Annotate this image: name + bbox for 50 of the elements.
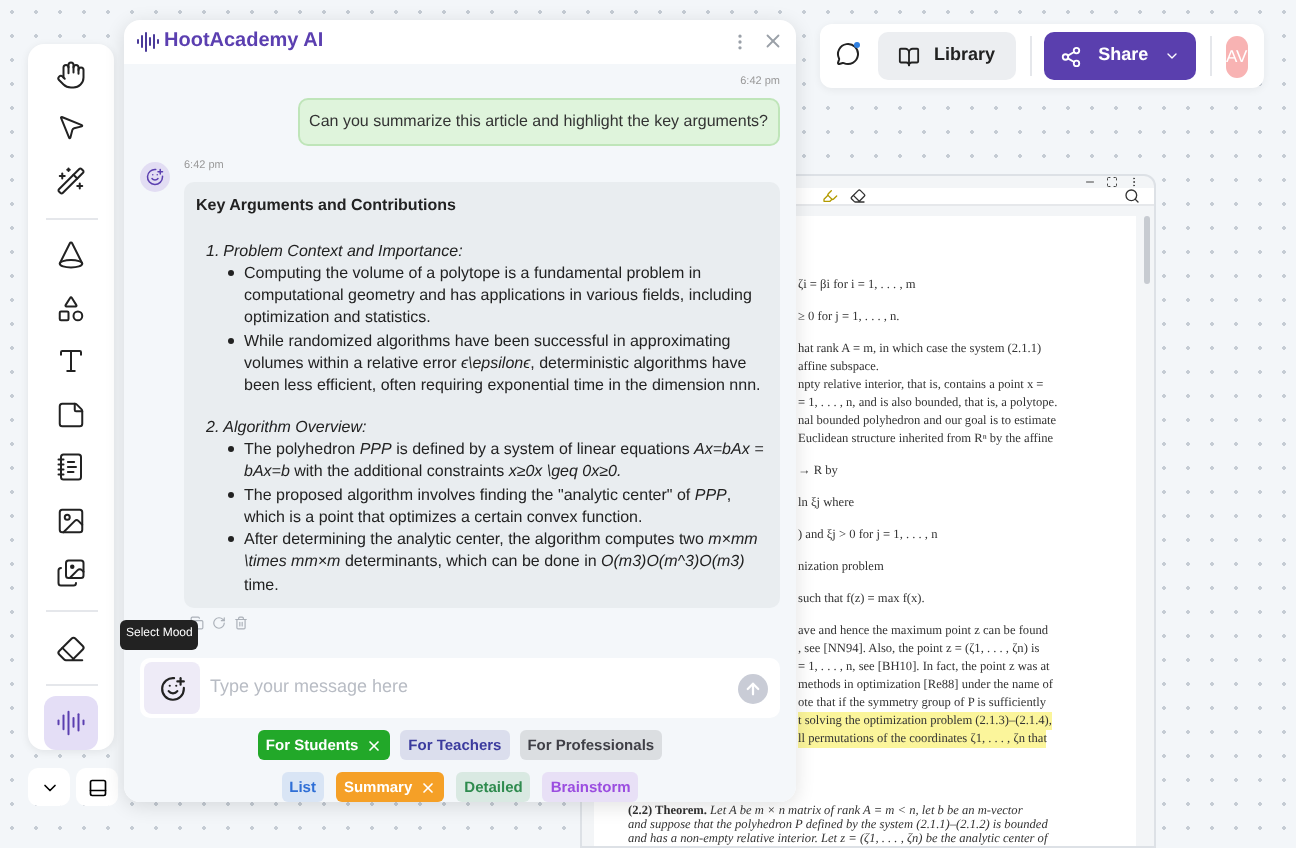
smile-icon — [159, 675, 185, 701]
bullet-icon — [228, 445, 234, 452]
bullet-icon — [228, 269, 234, 276]
text-icon — [56, 346, 86, 377]
panel-icon — [87, 777, 107, 797]
eraser-icon[interactable] — [850, 188, 866, 204]
mood-button[interactable] — [144, 662, 200, 714]
chevron-down-icon — [1164, 48, 1181, 64]
smile-icon — [146, 168, 164, 186]
bullet-text: After determining the analytic center, the algorithm computes two m×mm \times mm×m determinants, which can be done in O(m3)O(m^3)O(m3) time. — [244, 528, 760, 596]
dock-button[interactable] — [76, 768, 118, 806]
bullet-icon — [228, 337, 234, 344]
cone-icon — [56, 240, 86, 271]
shapes-icon — [56, 293, 86, 324]
message-heading: Key Arguments and Contributions — [196, 194, 458, 218]
bullet-icon — [228, 491, 234, 498]
search-icon[interactable] — [1124, 188, 1140, 204]
highlighter-icon[interactable] — [822, 188, 838, 204]
bullet-text: The polyhedron PPP is defined by a system of linear equations Ax=bAx = bAx=b with the additional constraints x≥0x \geq 0x≥0. — [244, 437, 766, 484]
magic-wand-icon — [56, 165, 86, 196]
sticky-note-icon — [56, 399, 86, 430]
message-input[interactable]: Type your message here — [210, 674, 728, 702]
window-title: HootAcademy AI — [164, 28, 324, 57]
comment-icon[interactable] — [836, 42, 860, 70]
image-icon — [56, 505, 86, 536]
remove-icon — [366, 737, 383, 753]
eraser-icon — [56, 633, 86, 664]
notebook-icon — [56, 452, 86, 483]
arrow-up-icon — [744, 679, 762, 697]
scrollbar[interactable] — [1144, 216, 1150, 284]
list-number: 1. — [206, 239, 220, 262]
bullet-icon — [228, 536, 234, 543]
section-title: Problem Context and Importance: — [223, 239, 463, 262]
close-icon[interactable] — [762, 30, 784, 53]
tool-button[interactable] — [44, 696, 98, 750]
share-icon — [1060, 45, 1083, 67]
bullet-text: While randomized algorithms have been successful in approximating volumes within a relative error ϵ\epsilonϵ, deterministic algorithms have been less efficient, often requiring exponential time in the dimension nnn. — [244, 329, 763, 398]
share-button[interactable]: Share — [1044, 32, 1197, 80]
logo-icon — [136, 29, 160, 54]
bullet-text: The proposed algorithm involves finding the "analytic center" of PPP, which is a point that optimizes a certain convex function. — [244, 483, 734, 529]
book-icon — [898, 45, 920, 67]
remove-icon — [420, 779, 437, 795]
section-title: Algorithm Overview: — [223, 415, 367, 438]
pointer-icon — [56, 112, 86, 143]
library-button[interactable]: Library — [878, 32, 1016, 80]
hand-icon — [56, 59, 86, 90]
images-icon — [56, 558, 86, 589]
user-message: Can you summarize this article and highlight the key arguments? — [297, 98, 780, 146]
bullet-text: Computing the volume of a polytope is a fundamental problem in computational geometry and has applications in various fields, including optimization and statistics. — [244, 261, 754, 330]
list-number: 2. — [206, 415, 220, 438]
